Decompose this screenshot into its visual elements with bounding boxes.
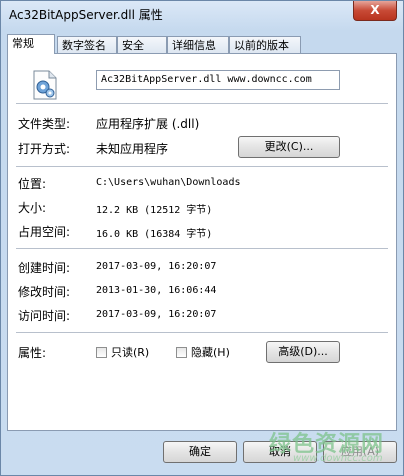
created-label: 创建时间: xyxy=(18,261,71,275)
close-icon: X xyxy=(370,3,380,17)
location-value: C:\Users\wuhan\Downloads xyxy=(96,177,241,188)
size-on-disk-value: 16.0 KB (16384 字节) xyxy=(96,229,213,240)
window-title: Ac32BitAppServer.dll 属性 xyxy=(9,8,163,22)
tab-digital-signatures[interactable]: 数字签名 xyxy=(57,36,117,53)
readonly-checkbox[interactable] xyxy=(96,347,107,358)
watermark-url: www.downcc.com xyxy=(293,453,383,464)
created-value: 2017-03-09, 16:20:07 xyxy=(96,261,217,272)
accessed-label: 访问时间: xyxy=(18,309,71,323)
separator xyxy=(16,332,388,333)
file-type-label: 文件类型: xyxy=(18,117,71,131)
hidden-checkbox[interactable] xyxy=(176,347,187,358)
modified-label: 修改时间: xyxy=(18,285,71,299)
advanced-button[interactable]: 高级(D)... xyxy=(266,341,340,363)
tab-general[interactable]: 常规 xyxy=(7,34,55,54)
change-button[interactable]: 更改(C)... xyxy=(238,136,340,158)
file-name-field[interactable]: Ac32BitAppServer.dll www.downcc.com xyxy=(96,70,340,90)
separator xyxy=(16,103,388,104)
readonly-label[interactable]: 只读(R) xyxy=(111,344,149,360)
file-type-value: 应用程序扩展 (.dll) xyxy=(96,117,200,131)
size-label: 大小: xyxy=(18,201,47,215)
hidden-label[interactable]: 隐藏(H) xyxy=(191,344,230,360)
modified-value: 2013-01-30, 16:06:44 xyxy=(96,285,217,296)
attributes-label: 属性: xyxy=(18,346,47,360)
properties-window: Ac32BitAppServer.dll 属性 X 常规 数字签名 安全 详细信… xyxy=(0,0,404,476)
tab-previous-versions[interactable]: 以前的版本 xyxy=(229,36,301,53)
separator xyxy=(16,166,388,167)
close-button[interactable]: X xyxy=(353,1,397,21)
general-panel: Ac32BitAppServer.dll www.downcc.com 文件类型… xyxy=(7,53,397,431)
location-label: 位置: xyxy=(18,177,47,191)
opens-with-label: 打开方式: xyxy=(18,142,71,156)
tab-security[interactable]: 安全 xyxy=(117,36,167,53)
title-bar[interactable]: Ac32BitAppServer.dll 属性 X xyxy=(1,1,403,27)
opens-with-value: 未知应用程序 xyxy=(96,142,169,156)
size-value: 12.2 KB (12512 字节) xyxy=(96,205,213,216)
size-on-disk-label: 占用空间: xyxy=(18,225,71,239)
tab-details[interactable]: 详细信息 xyxy=(167,36,229,53)
ok-button[interactable]: 确定 xyxy=(163,441,237,463)
separator xyxy=(16,248,388,249)
accessed-value: 2017-03-09, 16:20:07 xyxy=(96,309,217,320)
dll-file-icon xyxy=(33,70,57,100)
